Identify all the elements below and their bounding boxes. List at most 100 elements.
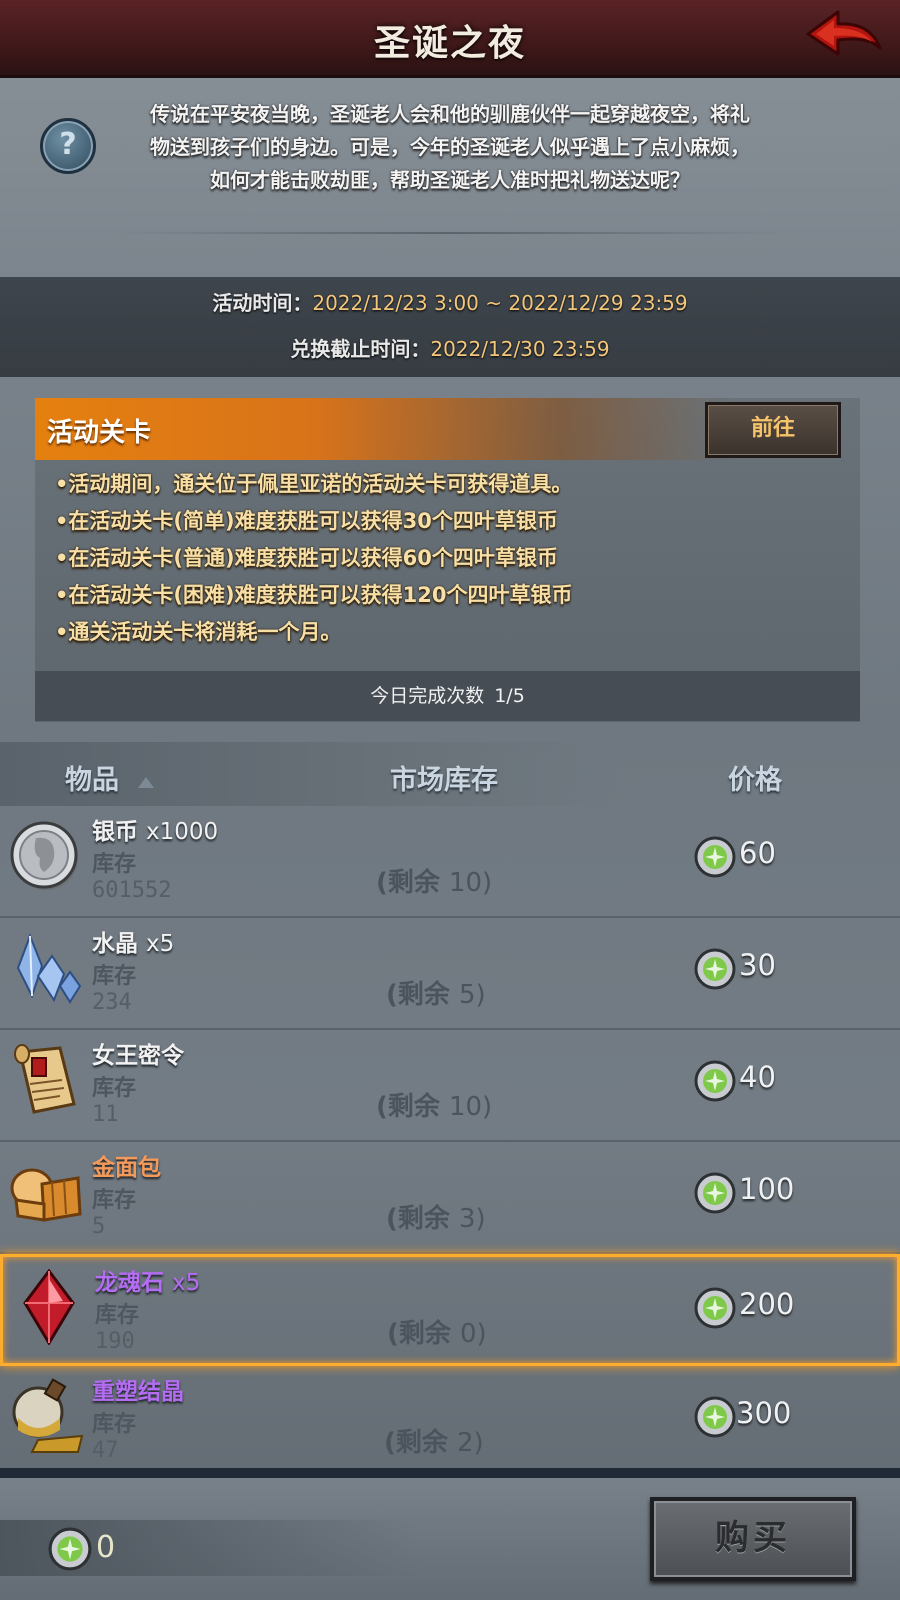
exchange-deadline-row: 兑换截止时间：2022/12/30 23:59 (0, 333, 900, 362)
item-price: 200 (739, 1287, 795, 1321)
list-bottom-border (0, 1468, 900, 1478)
market-remaining: (剩余 10) (376, 862, 492, 899)
market-remaining: (剩余 3) (386, 1198, 486, 1235)
rule-line: •在活动关卡(普通)难度获胜可以获得60个四叶草银币 (55, 546, 558, 570)
stock-label: 库存 (92, 852, 137, 877)
item-name: 银币 x1000 (92, 812, 218, 846)
stock-label: 库存 (92, 1076, 137, 1101)
item-quantity: x1000 (146, 819, 219, 845)
activity-time-label: 活动时间： (212, 291, 313, 315)
activity-stage-panel: 活动关卡 前往 •活动期间，通关位于佩里亚诺的活动关卡可获得道具。 •在活动关卡… (35, 398, 860, 722)
item-quantity: x5 (146, 931, 175, 957)
market-remaining: (剩余 5) (386, 974, 486, 1011)
currency-balance: 0 (96, 1530, 116, 1565)
remaining-label: (剩余 (386, 980, 450, 1010)
daily-completion-count: 今日完成次数 1/5 (35, 671, 860, 721)
stock-value: 190 (95, 1329, 135, 1354)
shop-item-row[interactable]: 重塑结晶 库存 47 (剩余 2) 300 (0, 1366, 900, 1466)
stock-value: 601552 (92, 878, 172, 903)
page-title: 圣诞之夜 (373, 23, 526, 64)
item-quantity: x5 (172, 1270, 201, 1296)
remaining-value: 3) (458, 1204, 486, 1234)
remaining-value: 0) (459, 1319, 487, 1349)
stock-label: 库存 (95, 1303, 140, 1328)
silver-coin-icon (10, 821, 78, 890)
stock-value: 5 (92, 1214, 106, 1239)
item-name-text: 女王密令 (92, 1043, 184, 1069)
shop-item-row[interactable]: 金面包 库存 5 (剩余 3) 100 (0, 1142, 900, 1254)
clover-silver-coin-icon (694, 1287, 736, 1329)
column-header-stock: 市场库存 (390, 765, 498, 796)
remaining-label: (剩余 (386, 1204, 450, 1234)
remaining-value: 5) (458, 980, 486, 1010)
event-time-panel: 活动时间：2022/12/23 3:00 ~ 2022/12/29 23:59 … (0, 277, 900, 377)
item-name-text: 金面包 (92, 1155, 161, 1181)
exchange-deadline-label: 兑换截止时间： (290, 337, 431, 361)
item-name: 女王密令 (92, 1036, 184, 1070)
item-name: 金面包 (92, 1148, 161, 1182)
scroll-icon (14, 1044, 76, 1114)
rule-line: •活动期间，通关位于佩里亚诺的活动关卡可获得道具。 (55, 472, 573, 496)
item-price: 100 (739, 1172, 795, 1206)
item-price: 30 (739, 948, 776, 982)
item-price: 40 (739, 1060, 776, 1094)
item-price: 60 (739, 836, 776, 870)
clover-silver-coin-icon (694, 948, 736, 990)
shop-item-row[interactable]: 水晶 x5 库存 234 (剩余 5) 30 (0, 918, 900, 1030)
remaining-label: (剩余 (376, 868, 440, 898)
remaining-value: 10) (448, 868, 493, 898)
go-button[interactable]: 前往 (705, 402, 841, 458)
description-line: 传说在平安夜当晚，圣诞老人会和他的驯鹿伙伴一起穿越夜空，将礼 (150, 102, 750, 126)
activity-time-row: 活动时间：2022/12/23 3:00 ~ 2022/12/29 23:59 (0, 287, 900, 316)
stock-label: 库存 (92, 1188, 137, 1213)
remaining-value: 2) (456, 1428, 484, 1458)
rule-line: •在活动关卡(简单)难度获胜可以获得30个四叶草银币 (55, 509, 558, 533)
item-name: 龙魂石 x5 (95, 1263, 200, 1297)
column-header-item[interactable]: 物品 (65, 758, 119, 797)
remaining-label: (剩余 (384, 1428, 448, 1458)
crystal-icon (16, 933, 82, 1004)
top-bar: 圣诞之夜 (0, 0, 900, 78)
clover-silver-coin-icon (694, 1396, 736, 1438)
divider (110, 232, 790, 234)
market-remaining: (剩余 10) (376, 1086, 492, 1123)
activity-stage-title: 活动关卡 (47, 418, 152, 448)
market-remaining: (剩余 0) (387, 1313, 487, 1350)
market-remaining: (剩余 2) (384, 1422, 484, 1459)
activity-rules: •活动期间，通关位于佩里亚诺的活动关卡可获得道具。 •在活动关卡(简单)难度获胜… (55, 466, 845, 651)
column-header-price: 价格 (728, 765, 782, 796)
sort-ascending-icon[interactable] (138, 777, 154, 788)
dragon-soul-stone-icon (23, 1269, 75, 1345)
remaining-label: (剩余 (387, 1319, 451, 1349)
back-arrow-icon (806, 10, 882, 56)
clover-silver-coin-icon (694, 1060, 736, 1102)
clover-silver-coin-icon (48, 1527, 92, 1571)
description-line: 物送到孩子们的身边。可是，今年的圣诞老人似乎遇上了点小麻烦， (150, 135, 750, 159)
shop-item-row[interactable]: 银币 x1000 库存 601552 (剩余 10) 60 (0, 806, 900, 918)
bread-icon (10, 1168, 82, 1222)
shop-item-row-selected[interactable]: 龙魂石 x5 库存 190 (剩余 0) 200 (0, 1254, 900, 1366)
item-name: 水晶 x5 (92, 924, 174, 958)
stock-label: 库存 (92, 1412, 137, 1437)
stock-label: 库存 (92, 964, 137, 989)
back-button[interactable] (804, 8, 884, 66)
description-line: 如何才能击败劫匪，帮助圣诞老人准时把礼物送达呢？ (210, 168, 690, 192)
rule-line: •通关活动关卡将消耗一个月。 (55, 620, 342, 644)
stock-value: 234 (92, 990, 132, 1015)
activity-stage-header: 活动关卡 (35, 398, 735, 460)
clover-silver-coin-icon (694, 836, 736, 878)
item-name: 重塑结晶 (92, 1372, 184, 1406)
stock-value: 11 (92, 1102, 119, 1127)
help-icon[interactable]: ? (40, 118, 96, 174)
shop-item-row[interactable]: 女王密令 库存 11 (剩余 10) 40 (0, 1030, 900, 1142)
item-name-text: 银币 (92, 819, 138, 845)
rule-line: •在活动关卡(困难)难度获胜可以获得120个四叶草银币 (55, 583, 573, 607)
buy-button[interactable]: 购买 (650, 1497, 856, 1581)
event-description: 传说在平安夜当晚，圣诞老人会和他的驯鹿伙伴一起穿越夜空，将礼 物送到孩子们的身边… (100, 98, 800, 197)
item-name-text: 重塑结晶 (92, 1379, 184, 1405)
exchange-deadline-value: 2022/12/30 23:59 (430, 337, 610, 361)
item-name-text: 龙魂石 (95, 1270, 164, 1296)
item-name-text: 水晶 (92, 931, 138, 957)
remaining-label: (剩余 (376, 1092, 440, 1122)
daily-count-value: 1/5 (494, 685, 525, 707)
